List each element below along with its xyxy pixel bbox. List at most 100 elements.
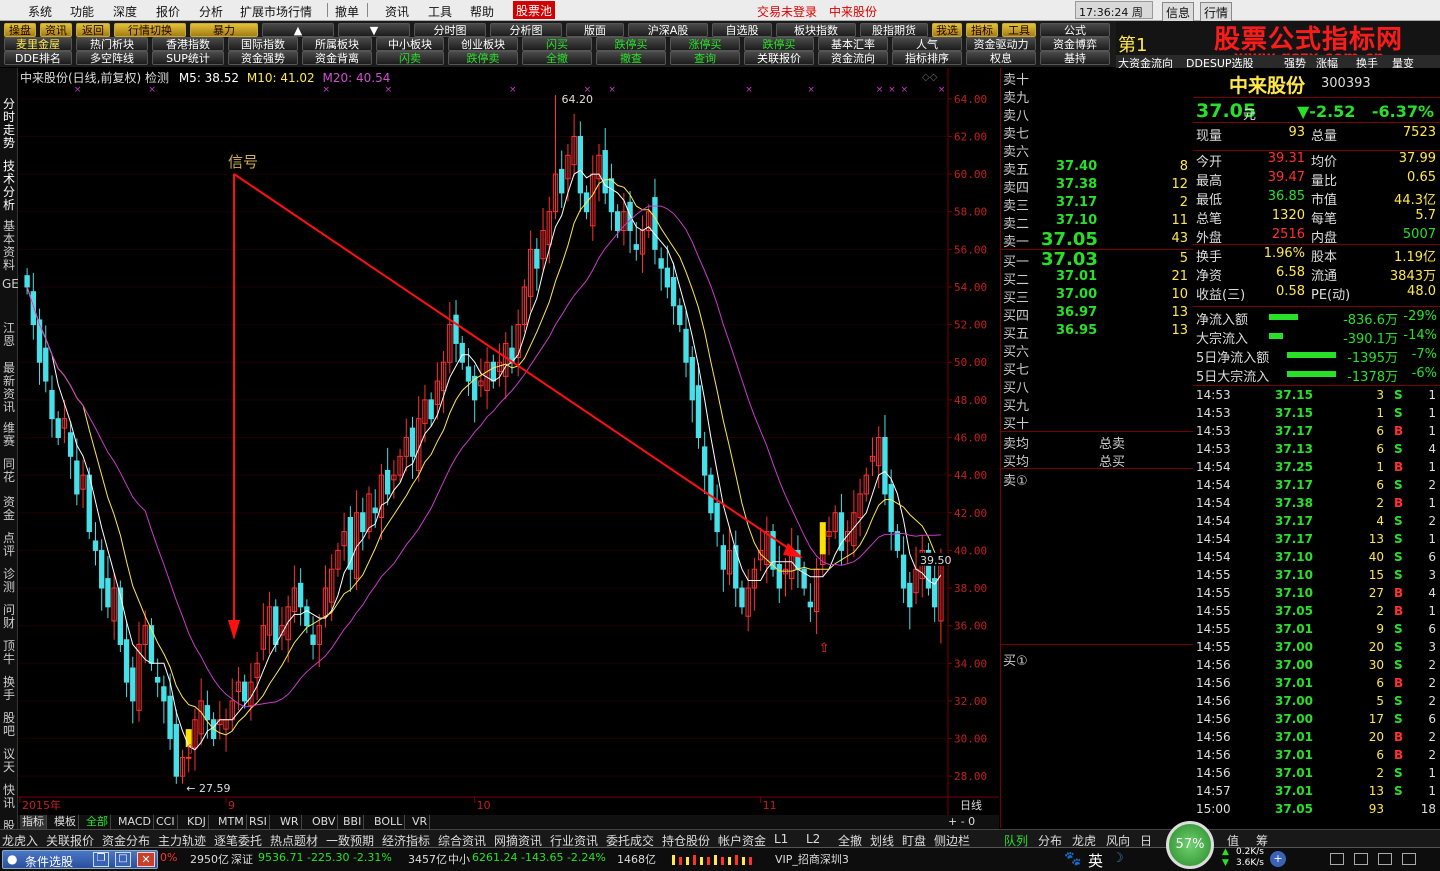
tick-row[interactable]: 14:54 37.25 1 B 1 bbox=[1193, 460, 1440, 478]
add-icon[interactable]: + bbox=[1270, 851, 1286, 867]
buy-level[interactable]: 买七 bbox=[1001, 358, 1194, 378]
side-tab-diagnose[interactable]: 诊测 bbox=[2, 568, 16, 598]
tb-r2-9[interactable]: 涨停买 bbox=[670, 37, 740, 51]
side-tab-chat[interactable]: 议天 bbox=[2, 748, 16, 778]
sell-level[interactable]: 卖四 37.38 12 bbox=[1001, 176, 1194, 196]
side-tab-get[interactable]: GET bbox=[2, 278, 26, 312]
tick-row[interactable]: 14:54 37.38 2 B 1 bbox=[1193, 496, 1440, 514]
tb-formula[interactable]: 公式 bbox=[1040, 23, 1110, 37]
tick-row[interactable]: 15:00 37.05 93 18 bbox=[1193, 802, 1440, 820]
tb-timeshare[interactable]: 分时图 bbox=[414, 23, 486, 37]
buy-level[interactable]: 买六 bbox=[1001, 340, 1194, 360]
tb-r2-1[interactable]: 热门析块 bbox=[76, 37, 148, 51]
sell-level[interactable]: 卖一 37.05 43 bbox=[1001, 229, 1194, 250]
tray-icon-3[interactable] bbox=[1378, 853, 1392, 865]
sell-level[interactable]: 卖九 bbox=[1001, 86, 1194, 106]
sell-level[interactable]: 卖六 bbox=[1001, 140, 1194, 160]
indicator-tab[interactable]: MTM bbox=[216, 815, 247, 829]
tb-r2-7[interactable]: 闪买 bbox=[522, 37, 592, 51]
menu-extended-market[interactable]: 扩展市场行情 bbox=[240, 3, 312, 20]
tb-r2-5[interactable]: 中小板块 bbox=[376, 37, 444, 51]
sell-level[interactable]: 卖五 37.40 8 bbox=[1001, 158, 1194, 178]
tb-r3-0[interactable]: DDE排名 bbox=[4, 51, 72, 65]
indicator-tab[interactable]: VR bbox=[410, 815, 431, 829]
buy-level[interactable]: 买五 36.95 13 bbox=[1001, 322, 1194, 342]
buy-level[interactable]: 买九 bbox=[1001, 394, 1194, 414]
menu-analysis[interactable]: 分析 bbox=[199, 3, 223, 20]
buy-level[interactable]: 买四 36.97 13 bbox=[1001, 304, 1194, 324]
tick-row[interactable]: 14:55 37.10 15 S 3 bbox=[1193, 568, 1440, 586]
menu-stock-pool[interactable]: 股票池 bbox=[513, 1, 556, 19]
indicator-tab[interactable]: BOLL bbox=[372, 815, 406, 829]
menu-cancel-order[interactable]: 撤单 bbox=[335, 3, 359, 20]
menu-function[interactable]: 功能 bbox=[70, 3, 94, 20]
tick-row[interactable]: 14:55 37.05 2 B 1 bbox=[1193, 604, 1440, 622]
tb-r2-11[interactable]: 基本汇率 bbox=[818, 37, 888, 51]
restore-icon[interactable]: ❐ bbox=[93, 852, 109, 867]
tb-r3-12[interactable]: 指标排序 bbox=[892, 51, 962, 65]
side-tab-fast[interactable]: 快讯 bbox=[2, 784, 16, 814]
tb-down[interactable]: ▼ bbox=[338, 23, 410, 37]
tb-sector-index[interactable]: 板块指数 bbox=[776, 23, 856, 37]
side-tab-bar[interactable]: 股吧 bbox=[2, 712, 16, 742]
tray-icon-1[interactable] bbox=[1330, 853, 1344, 865]
tick-row[interactable]: 14:54 37.17 6 S 2 bbox=[1193, 478, 1440, 496]
tab-info[interactable]: 信息 bbox=[1162, 2, 1195, 23]
buy-queue-label[interactable]: 买① bbox=[1003, 650, 1028, 669]
tick-row[interactable]: 14:56 37.01 20 B 2 bbox=[1193, 730, 1440, 748]
tick-row[interactable]: 14:54 37.17 13 S 1 bbox=[1193, 532, 1440, 550]
menu-tools[interactable]: 工具 bbox=[428, 3, 452, 20]
tick-row[interactable]: 14:55 37.01 9 S 6 bbox=[1193, 622, 1440, 640]
sell-level[interactable]: 卖二 37.10 11 bbox=[1001, 212, 1194, 232]
tb-watchlist[interactable]: 自选股 bbox=[712, 23, 772, 37]
function-bar-item[interactable]: L1 bbox=[774, 832, 788, 846]
tb-r2-6[interactable]: 创业板块 bbox=[448, 37, 518, 51]
tb-sh-sz-a[interactable]: 沪深A股 bbox=[628, 23, 708, 37]
close-icon[interactable]: ✕ bbox=[137, 852, 155, 867]
tick-row[interactable]: 14:54 37.10 40 S 6 bbox=[1193, 550, 1440, 568]
indicator-tab[interactable]: RSI bbox=[247, 815, 270, 829]
tb-r3-5[interactable]: 闪卖 bbox=[376, 51, 444, 65]
tb-r2-3[interactable]: 国际指数 bbox=[228, 37, 298, 51]
side-tab-tonghua[interactable]: 同花 bbox=[2, 458, 16, 488]
tb-layout[interactable]: 版面 bbox=[566, 23, 624, 37]
indicator-tab[interactable]: BBI bbox=[341, 815, 365, 829]
indicator-tab[interactable]: WR bbox=[278, 815, 302, 829]
kline-chart-panel[interactable]: 中来股份(日线,前复权) 检测 M5: 38.52 M10: 41.02 M20… bbox=[18, 68, 999, 815]
tb-r2-4[interactable]: 所属板块 bbox=[302, 37, 372, 51]
maximize-icon[interactable]: □ bbox=[115, 852, 131, 867]
indicator-tab[interactable]: CCI bbox=[154, 815, 178, 829]
tb-switch[interactable]: 行情切换 bbox=[114, 23, 186, 37]
paw-icon[interactable]: 🐾 bbox=[1064, 851, 1081, 867]
tick-row[interactable]: 14:55 37.10 27 B 4 bbox=[1193, 586, 1440, 604]
side-tab-ask[interactable]: 问财 bbox=[2, 604, 16, 634]
menu-news[interactable]: 资讯 bbox=[385, 3, 409, 20]
function-bar-item[interactable]: L2 bbox=[806, 832, 820, 846]
menu-help[interactable]: 帮助 bbox=[470, 3, 494, 20]
side-tab-capital[interactable]: 资金 bbox=[2, 496, 16, 526]
tb-r3-7[interactable]: 全撤 bbox=[522, 51, 592, 65]
side-tab-swap[interactable]: 换手 bbox=[2, 676, 16, 706]
tb-r2-0[interactable]: 麦里金屋 bbox=[4, 37, 72, 51]
indicator-tab[interactable]: 模板 bbox=[52, 815, 79, 829]
tick-row[interactable]: 14:56 37.00 17 S 6 bbox=[1193, 712, 1440, 730]
tb-back[interactable]: 返回 bbox=[76, 23, 110, 37]
tb-r3-6[interactable]: 跌停卖 bbox=[448, 51, 518, 65]
indicator-tab[interactable]: 全部 bbox=[84, 815, 111, 829]
tick-row[interactable]: 14:56 37.01 6 B 2 bbox=[1193, 676, 1440, 694]
tb-r3-2[interactable]: SUP统计 bbox=[152, 51, 224, 65]
sell-level[interactable]: 卖三 37.17 2 bbox=[1001, 194, 1194, 214]
filter-window[interactable]: ● 条件选股 ❐ □ ✕ bbox=[2, 850, 158, 869]
tb-tools[interactable]: 工具 bbox=[1002, 23, 1036, 37]
tb-indicator[interactable]: 指标 bbox=[966, 23, 998, 37]
tray-icon-2[interactable] bbox=[1354, 853, 1368, 865]
sell-level[interactable]: 卖七 bbox=[1001, 122, 1194, 142]
indicator-tab[interactable]: MACD bbox=[116, 815, 154, 829]
tick-row[interactable]: 14:56 37.01 6 B 2 bbox=[1193, 748, 1440, 766]
side-tab-timeshare[interactable]: 分时走势 bbox=[2, 98, 16, 152]
tick-row[interactable]: 14:56 37.01 2 S 1 bbox=[1193, 766, 1440, 784]
tb-r2-14[interactable]: 资金博弈 bbox=[1040, 37, 1110, 51]
side-tab-jiangen[interactable]: 江恩 bbox=[2, 322, 16, 352]
indicator-tab[interactable]: 指标 bbox=[20, 815, 47, 829]
buy-level[interactable]: 买八 bbox=[1001, 376, 1194, 396]
